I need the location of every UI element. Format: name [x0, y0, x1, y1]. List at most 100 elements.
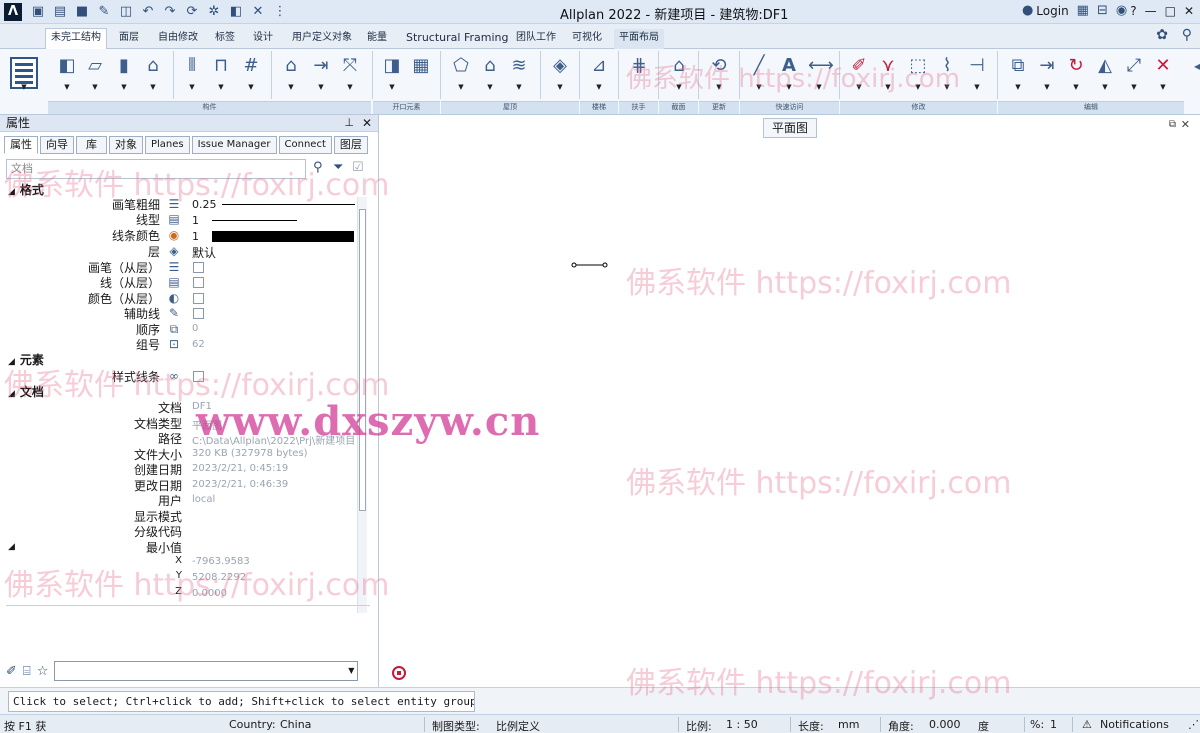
- column-icon[interactable]: ▮: [113, 55, 135, 77]
- edit-icon[interactable]: ✎: [96, 4, 112, 20]
- tab-free-modify[interactable]: 自由修改: [153, 29, 203, 49]
- section-icon[interactable]: ⌂: [668, 55, 690, 77]
- folder-open-icon[interactable]: ⌸: [23, 664, 31, 679]
- chevron-down-icon[interactable]: ▼: [1101, 83, 1109, 91]
- join-icon[interactable]: ⤧: [339, 55, 361, 77]
- drawing-type-value[interactable]: 比例定义: [496, 718, 540, 733]
- chevron-down-icon[interactable]: ▼: [486, 83, 494, 91]
- style-line-checkbox[interactable]: [193, 371, 204, 382]
- chevron-down-icon[interactable]: ▼: [1072, 83, 1080, 91]
- section-element[interactable]: ◢ 元素: [8, 351, 44, 368]
- layer-value[interactable]: 默认: [192, 244, 216, 261]
- gear-icon[interactable]: ✿: [1156, 27, 1168, 43]
- element-modify-icon[interactable]: ⌂: [280, 55, 302, 77]
- chevron-down-icon[interactable]: ▼: [1159, 83, 1167, 91]
- line-from-layer-checkbox[interactable]: [193, 277, 204, 288]
- door-icon[interactable]: ◨: [381, 55, 403, 77]
- chevron-down-icon[interactable]: ▼: [715, 83, 723, 91]
- chevron-down-icon[interactable]: ▼: [973, 83, 981, 91]
- chevron-down-icon[interactable]: ▼: [287, 83, 295, 91]
- restore-window-icon[interactable]: ⧉: [1169, 119, 1176, 130]
- scrollbar-thumb[interactable]: [359, 209, 366, 511]
- pen-from-layer-checkbox[interactable]: [193, 262, 204, 273]
- roof-icon[interactable]: ⌂: [479, 55, 501, 77]
- stair-modify-icon[interactable]: ⇥: [310, 55, 332, 77]
- chevron-down-icon[interactable]: ▼: [388, 83, 396, 91]
- tab-unfinished-structure[interactable]: 未完工结构: [45, 28, 107, 50]
- chevron-down-icon[interactable]: ▼: [20, 83, 28, 91]
- command-prompt[interactable]: Click to select; Ctrl+click to add; Shif…: [8, 691, 475, 712]
- chevron-down-icon[interactable]: ▼: [346, 83, 354, 91]
- tab-labels[interactable]: 标签: [210, 29, 240, 49]
- construction-line-checkbox[interactable]: [193, 308, 204, 319]
- maximize-button[interactable]: □: [1165, 4, 1176, 18]
- percent-value[interactable]: 1: [1050, 718, 1057, 731]
- chevron-down-icon[interactable]: ▼: [1043, 83, 1051, 91]
- notification-icon[interactable]: ⚠: [1082, 718, 1092, 731]
- stretch-icon[interactable]: ⬚: [907, 55, 929, 77]
- chevron-down-icon[interactable]: ▼: [457, 83, 465, 91]
- update-icon[interactable]: ⟲: [708, 55, 730, 77]
- minimize-button[interactable]: —: [1145, 4, 1157, 18]
- tab-design[interactable]: 设计: [248, 29, 278, 49]
- tab-planes[interactable]: Planes: [145, 136, 190, 154]
- tab-connect[interactable]: Connect: [278, 136, 332, 154]
- chevron-down-icon[interactable]: ▼: [943, 83, 951, 91]
- copy-icon[interactable]: ⧉: [1007, 55, 1029, 77]
- chevron-down-icon[interactable]: ▼: [914, 83, 922, 91]
- roof-plane-icon[interactable]: ⬠: [450, 55, 472, 77]
- grid-icon[interactable]: #: [240, 55, 262, 77]
- help-button[interactable]: ◉ ?: [1116, 3, 1137, 18]
- navigation-cube-icon[interactable]: [392, 666, 406, 680]
- search-icon[interactable]: ⚲: [1182, 27, 1192, 43]
- roof-covering-icon[interactable]: ≋: [508, 55, 530, 77]
- redo-icon[interactable]: ↷: [162, 4, 178, 20]
- length-value[interactable]: mm: [838, 718, 859, 731]
- settings-icon[interactable]: ✲: [206, 4, 222, 20]
- chevron-down-icon[interactable]: ▼: [247, 83, 255, 91]
- color-value[interactable]: 1: [192, 230, 199, 243]
- comment-icon[interactable]: ◫: [118, 4, 134, 20]
- tools-icon[interactable]: ✕: [250, 4, 266, 20]
- favorites-select[interactable]: ▼: [54, 661, 359, 681]
- undo-icon[interactable]: ↶: [140, 4, 156, 20]
- allplan-logo[interactable]: Λ: [4, 2, 22, 21]
- chevron-down-icon[interactable]: ▼: [1130, 83, 1138, 91]
- drawing-files-icon[interactable]: ▤: [52, 4, 68, 20]
- beam-icon[interactable]: ⫴: [181, 55, 203, 77]
- eyedropper-icon[interactable]: ✐: [6, 664, 17, 679]
- refresh-icon[interactable]: ⟳: [184, 4, 200, 20]
- stair-icon[interactable]: ⊿: [588, 55, 610, 77]
- chevron-down-icon[interactable]: ▼: [1014, 83, 1022, 91]
- section-document[interactable]: ◢ 文档: [8, 383, 44, 400]
- close-icon[interactable]: ✕: [362, 115, 372, 131]
- tab-teamwork[interactable]: 团队工作: [511, 29, 561, 49]
- tab-wizard[interactable]: 向导: [40, 136, 74, 154]
- linetype-value[interactable]: 1: [192, 214, 199, 227]
- chevron-down-icon[interactable]: ▼: [63, 83, 71, 91]
- chevron-down-icon[interactable]: ▼: [188, 83, 196, 91]
- color-from-layer-checkbox[interactable]: [193, 293, 204, 304]
- close-window-button[interactable]: ✕: [1184, 4, 1194, 18]
- dimension-icon[interactable]: ⟷: [808, 55, 834, 77]
- delete-icon[interactable]: ✕: [1152, 55, 1174, 77]
- checkbox-icon[interactable]: ☑: [352, 160, 364, 175]
- trim-icon[interactable]: ⊣: [966, 55, 988, 77]
- chevron-down-icon[interactable]: ▼: [785, 83, 793, 91]
- ribbon-more-icon[interactable]: ◂: [1186, 55, 1200, 77]
- project-open-icon[interactable]: ▣: [30, 4, 46, 20]
- tab-library[interactable]: 库: [76, 136, 107, 154]
- pin-icon[interactable]: ⊥: [344, 115, 354, 131]
- notifications-label[interactable]: Notifications: [1100, 718, 1169, 731]
- chevron-down-icon[interactable]: ▼: [317, 83, 325, 91]
- tab-user-objects[interactable]: 用户定义对象: [287, 29, 357, 49]
- roof-modify-icon[interactable]: ◈: [549, 55, 571, 77]
- zoom-search-icon[interactable]: ⚲: [313, 160, 323, 175]
- window-layout-icon[interactable]: ◧: [228, 4, 244, 20]
- display-icon[interactable]: ▦: [1077, 3, 1089, 18]
- chevron-down-icon[interactable]: ▼: [91, 83, 99, 91]
- login-button[interactable]: ● Login: [1022, 3, 1069, 18]
- eraser-icon[interactable]: ✐: [848, 55, 870, 77]
- foundation-icon[interactable]: ⌂: [142, 55, 164, 77]
- tab-energy[interactable]: 能量: [362, 29, 392, 49]
